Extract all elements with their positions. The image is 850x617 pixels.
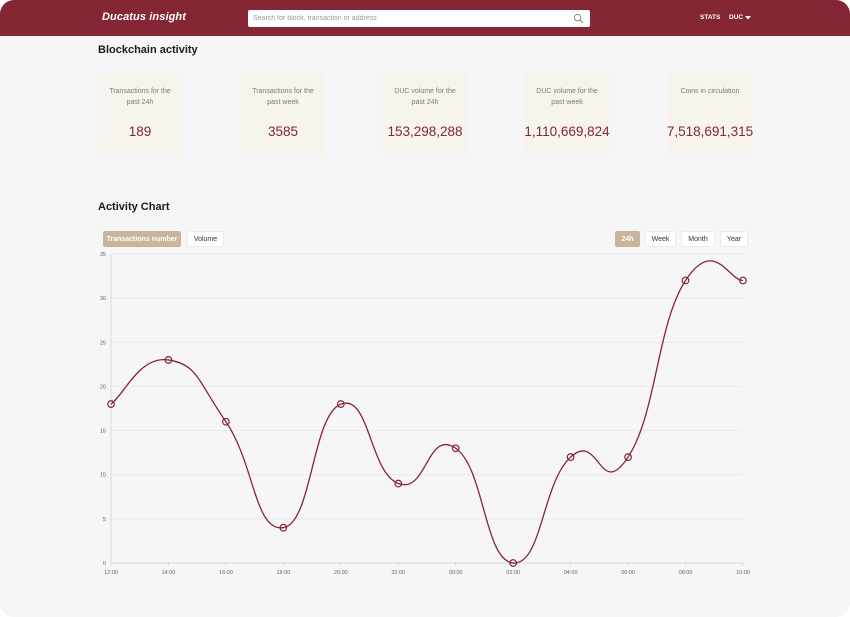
y-tick-label: 15 [100, 429, 106, 435]
tab-volume[interactable]: Volume [187, 231, 224, 247]
y-tick-label: 10 [100, 473, 106, 479]
stat-card-label: DUC volume for the past 24h [394, 88, 456, 106]
stat-card-value: 1,110,669,824 [524, 124, 610, 139]
data-point [336, 400, 345, 408]
y-tick-label: 5 [103, 517, 106, 523]
stat-card-label: Coins in circulation [680, 88, 740, 95]
stat-card-tx-week: Transactions for the past week 3585 [241, 72, 325, 155]
x-tick-label: 14:00 [162, 570, 176, 576]
range-year-button[interactable]: Year [720, 231, 748, 247]
x-tick-label: 04:00 [564, 570, 578, 576]
range-month-button[interactable]: Month [681, 231, 715, 247]
data-point [566, 453, 575, 461]
stat-card-value: 7,518,691,315 [666, 124, 754, 139]
x-tick-label: 06:00 [621, 570, 635, 576]
stat-card-volume-24h: DUC volume for the past 24h 153,298,288 [383, 72, 467, 155]
stat-card-volume-week: DUC volume for the past week 1,110,669,8… [524, 72, 610, 155]
y-tick-label: 30 [100, 296, 106, 302]
x-tick-label: 08:00 [679, 570, 693, 576]
data-point [739, 276, 747, 285]
range-week-button[interactable]: Week [645, 231, 676, 247]
data-point [394, 479, 403, 488]
y-tick-label: 20 [100, 384, 106, 390]
x-tick-label: 00:00 [449, 570, 463, 576]
stat-card-value: 3585 [267, 124, 299, 139]
x-tick-label: 18:00 [276, 570, 290, 576]
data-point [509, 559, 518, 567]
y-tick-label: 25 [100, 340, 106, 346]
x-tick-label: 20:00 [334, 570, 348, 576]
tab-transactions-number[interactable]: Transactions number [103, 231, 181, 247]
range-24h-button[interactable]: 24h [615, 231, 640, 247]
activity-chart-title: Activity Chart [98, 201, 170, 213]
data-point [164, 356, 173, 364]
stat-card-tx-24h: Transactions for the past 24h 189 [98, 72, 182, 155]
x-tick-label: 16:00 [219, 570, 233, 576]
data-point [222, 417, 230, 426]
x-tick-label: 12:00 [104, 570, 118, 576]
logo[interactable]: Ducatus insight [102, 11, 186, 23]
data-point [624, 453, 632, 461]
search-box[interactable] [248, 10, 590, 27]
stat-card-value: 189 [128, 124, 152, 139]
top-navbar: Ducatus insight STATS DUC [0, 0, 850, 36]
data-point [279, 523, 288, 532]
nav-stats-link[interactable]: STATS [700, 14, 720, 21]
stat-card-coins-circulation: Coins in circulation 7,518,691,315 [667, 72, 753, 155]
stat-card-label: Transactions for the past week [252, 88, 314, 106]
search-input[interactable] [248, 10, 568, 27]
x-tick-label: 02:00 [506, 570, 520, 576]
search-icon[interactable] [573, 13, 584, 24]
blockchain-activity-title: Blockchain activity [98, 44, 198, 56]
app-frame: Ducatus insight STATS DUC Blockchain act… [0, 0, 850, 617]
stat-card-label: Transactions for the past 24h [109, 88, 171, 106]
y-tick-label: 0 [103, 561, 106, 567]
data-point [451, 444, 460, 453]
data-point [681, 276, 690, 285]
stat-card-label: DUC volume for the past week [536, 88, 598, 106]
series-line [110, 260, 744, 564]
currency-dropdown[interactable]: DUC [729, 14, 743, 21]
x-tick-label: 22:00 [391, 570, 405, 576]
stat-card-value: 153,298,288 [387, 124, 463, 139]
data-point [107, 400, 115, 408]
chevron-down-icon[interactable] [745, 16, 751, 20]
x-tick-label: 10:00 [736, 570, 750, 576]
y-tick-label: 35 [100, 252, 106, 258]
